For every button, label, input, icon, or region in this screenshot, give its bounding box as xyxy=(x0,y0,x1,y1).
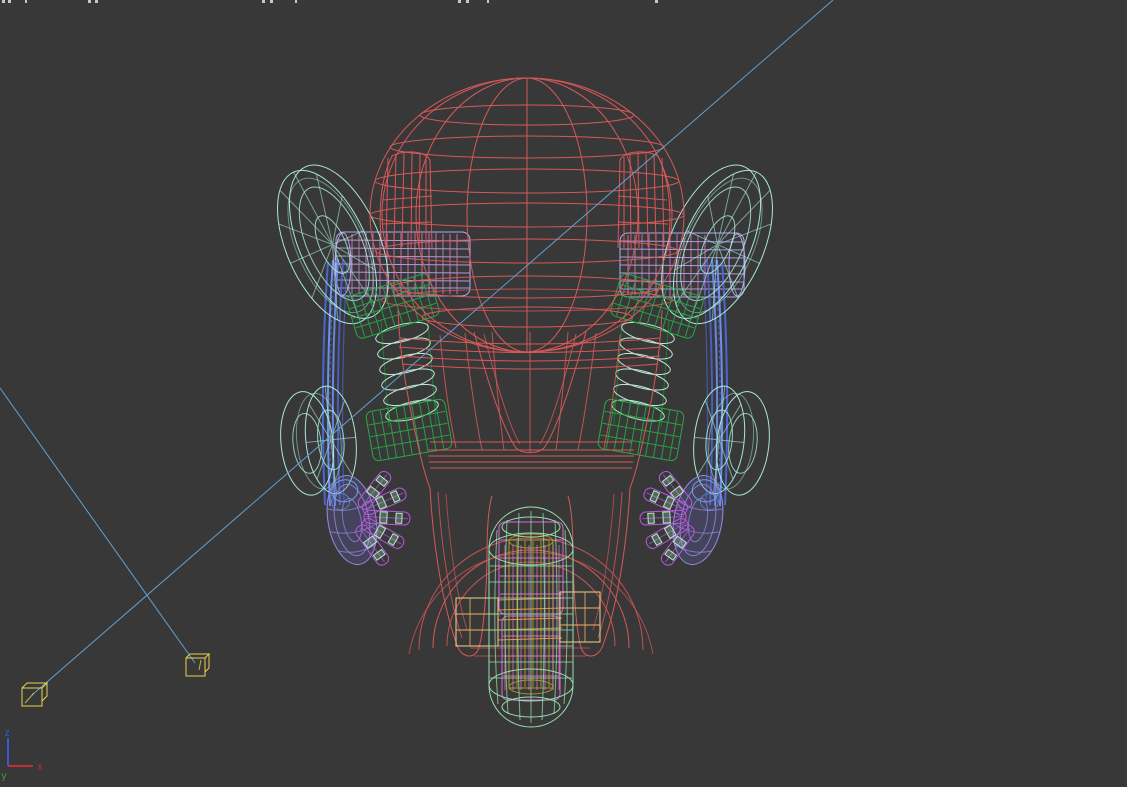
target-line-1 xyxy=(31,0,834,696)
head-sphere[interactable] xyxy=(369,77,685,353)
clipped-top-text-fragments xyxy=(2,0,658,3)
world-axis-gizmo: z x y xyxy=(1,728,43,782)
viewport-3d[interactable]: z x y xyxy=(0,0,1127,787)
left-steering-housing[interactable] xyxy=(379,151,433,249)
helper-box-1[interactable] xyxy=(21,682,49,707)
helper-box-2[interactable] xyxy=(185,653,211,677)
scene-canvas[interactable]: z x y xyxy=(0,0,1127,787)
axis-z-label: z xyxy=(4,728,10,739)
target-line-2 xyxy=(0,387,196,664)
left-shock-spring[interactable] xyxy=(345,272,453,462)
body-fairing[interactable] xyxy=(397,309,663,657)
front-wheel-assembly[interactable] xyxy=(455,506,601,728)
left-hand[interactable] xyxy=(321,469,411,568)
axis-y-label: y xyxy=(1,771,7,782)
axis-x-label: x xyxy=(37,762,43,773)
right-side-assembly[interactable] xyxy=(596,149,794,570)
